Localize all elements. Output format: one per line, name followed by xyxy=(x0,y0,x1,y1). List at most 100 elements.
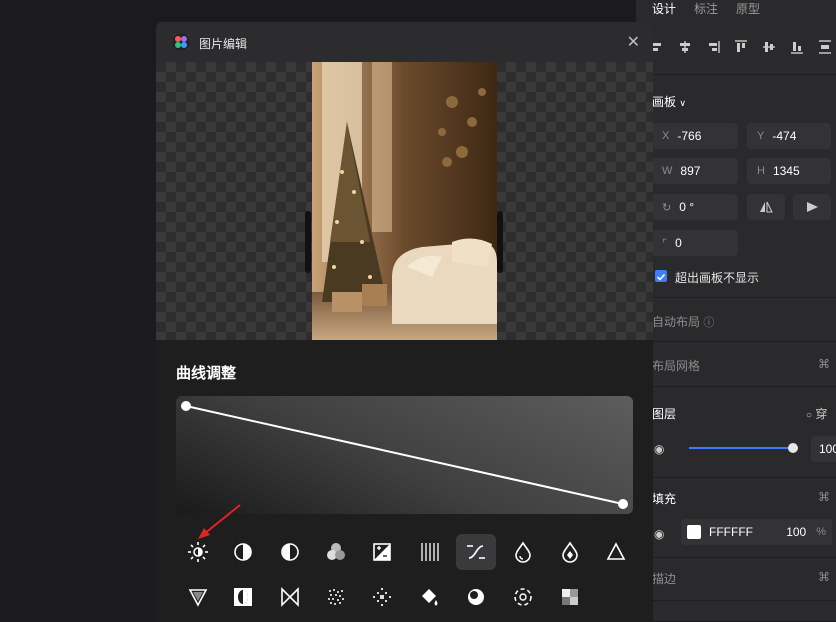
layout-grid-title: 布局网格 xyxy=(652,359,701,373)
dialog-title: 图片编辑 xyxy=(199,37,248,51)
artboard-section-title[interactable]: 画板 ∨ xyxy=(652,93,686,110)
design-panel: 设计 标注 原型 画板 ∨ X -766 Y -474 W 897 H 1345 ↻ 0 … xyxy=(636,0,836,621)
rotation-field[interactable]: ↻ 0 ° xyxy=(652,194,738,220)
vignette-tool[interactable] xyxy=(223,579,263,615)
curves-section-title: 曲线调整 xyxy=(176,365,237,382)
flip-horizontal-button[interactable] xyxy=(747,194,785,220)
highlight-shadow-tool[interactable] xyxy=(362,534,402,570)
height-field[interactable]: H 1345 xyxy=(747,158,831,184)
opacity-slider[interactable] xyxy=(689,447,793,449)
x-field[interactable]: X -766 xyxy=(652,123,738,149)
opacity-field[interactable]: 100 xyxy=(811,436,836,462)
sparkle-tool[interactable] xyxy=(362,579,402,615)
tint-tool[interactable] xyxy=(456,579,496,615)
y-field[interactable]: Y -474 xyxy=(747,123,831,149)
fill-title: 填充 xyxy=(652,492,677,506)
color-mix-icon xyxy=(327,543,345,560)
triangle-down-icon xyxy=(188,589,208,607)
color-mix-tool[interactable] xyxy=(316,534,356,570)
texture-icon xyxy=(421,543,439,561)
triangle-up-tool[interactable] xyxy=(596,534,636,570)
eye-icon[interactable]: ◉ xyxy=(654,442,664,456)
align-hcenter-icon[interactable] xyxy=(678,40,692,54)
rotate-dashed-icon xyxy=(514,588,532,606)
align-right-icon[interactable] xyxy=(706,40,720,54)
noise-icon xyxy=(328,589,344,605)
fill-color-field[interactable]: FFFFFF 100 % xyxy=(681,519,832,545)
divider xyxy=(636,297,836,298)
vibrance-tool[interactable] xyxy=(550,534,590,570)
color-swatch[interactable] xyxy=(687,525,701,539)
crop-handle-left[interactable] xyxy=(305,211,311,273)
fill-add-icon[interactable]: ⌘ xyxy=(818,490,830,504)
mosaic-tool[interactable] xyxy=(550,579,590,615)
flip-vertical-button[interactable] xyxy=(793,194,831,220)
check-icon xyxy=(656,273,666,281)
tint-icon xyxy=(468,589,484,605)
flip-vertical-icon xyxy=(807,202,818,212)
alignment-toolbar xyxy=(650,40,832,54)
panel-tabs: 设计 标注 原型 xyxy=(652,0,760,18)
highlight-shadow-icon xyxy=(373,543,391,561)
corner-radius-field[interactable]: ⌜ 0 xyxy=(652,230,738,256)
clip-content-label: 超出画板不显示 xyxy=(675,271,760,285)
saturation-tool[interactable] xyxy=(503,534,543,570)
auto-layout-title[interactable]: 自动布局 ⓘ xyxy=(652,313,714,330)
adjustment-panel: 曲线调整 xyxy=(156,340,653,622)
curve-editor[interactable] xyxy=(176,396,633,514)
triangle-up-icon xyxy=(606,542,626,560)
brightness-icon xyxy=(188,542,208,562)
stroke-add-icon[interactable]: ⌘ xyxy=(818,570,830,584)
tab-annotate[interactable]: 标注 xyxy=(694,0,718,18)
divider xyxy=(636,74,836,75)
split-tone-tool[interactable] xyxy=(270,579,310,615)
curve-line xyxy=(185,405,624,505)
mosaic-icon xyxy=(562,589,578,605)
christmas-room-photo xyxy=(312,62,497,340)
rotate-icon: ↻ xyxy=(662,201,672,214)
divider xyxy=(636,386,836,387)
curves-icon xyxy=(467,545,485,559)
align-bottom-icon[interactable] xyxy=(790,40,804,54)
layout-grid-add-icon[interactable]: ⌘ xyxy=(818,357,830,371)
tab-design[interactable]: 设计 xyxy=(652,0,676,18)
exposure-tool[interactable] xyxy=(270,534,310,570)
tab-prototype[interactable]: 原型 xyxy=(736,0,760,18)
blend-mode-select[interactable]: ○ 穿 xyxy=(806,405,827,422)
opacity-slider-handle[interactable] xyxy=(788,443,798,453)
layers-title: 图层 xyxy=(652,407,677,421)
curves-tool[interactable] xyxy=(456,534,496,570)
vignette-icon xyxy=(234,588,252,606)
contrast-icon xyxy=(234,543,252,561)
clip-content-checkbox[interactable] xyxy=(655,270,667,282)
image-preview xyxy=(156,62,653,340)
saturation-icon xyxy=(515,541,531,563)
width-field[interactable]: W 897 xyxy=(652,158,738,184)
crop-handle-right[interactable] xyxy=(497,211,503,273)
noise-tool[interactable] xyxy=(316,579,356,615)
triangle-down-tool[interactable] xyxy=(178,579,218,615)
close-icon[interactable]: ✕ xyxy=(627,32,640,52)
fill-bucket-icon xyxy=(422,589,438,606)
eye-icon[interactable]: ◉ xyxy=(654,527,664,541)
divider xyxy=(636,600,836,601)
exposure-icon xyxy=(281,543,299,561)
divider xyxy=(636,557,836,558)
curve-control-point[interactable] xyxy=(181,401,191,411)
dialog-header: 图片编辑 ✕ xyxy=(156,22,653,62)
align-vcenter-icon[interactable] xyxy=(762,40,776,54)
rotate-dashed-tool[interactable] xyxy=(503,579,543,615)
stroke-title: 描边 xyxy=(652,572,677,586)
distribute-icon[interactable] xyxy=(818,40,832,54)
texture-tool[interactable] xyxy=(409,534,449,570)
divider xyxy=(636,477,836,478)
image-edit-dialog: 图片编辑 ✕ 曲线调整 xyxy=(156,22,653,622)
vibrance-icon xyxy=(562,541,578,563)
curve-control-point[interactable] xyxy=(618,499,628,509)
sparkle-icon xyxy=(373,588,391,606)
align-top-icon[interactable] xyxy=(734,40,748,54)
fill-bucket-tool[interactable] xyxy=(409,579,449,615)
curve-graph[interactable] xyxy=(176,396,633,514)
chevron-down-icon: ∨ xyxy=(679,98,686,108)
app-logo-icon xyxy=(173,34,189,50)
